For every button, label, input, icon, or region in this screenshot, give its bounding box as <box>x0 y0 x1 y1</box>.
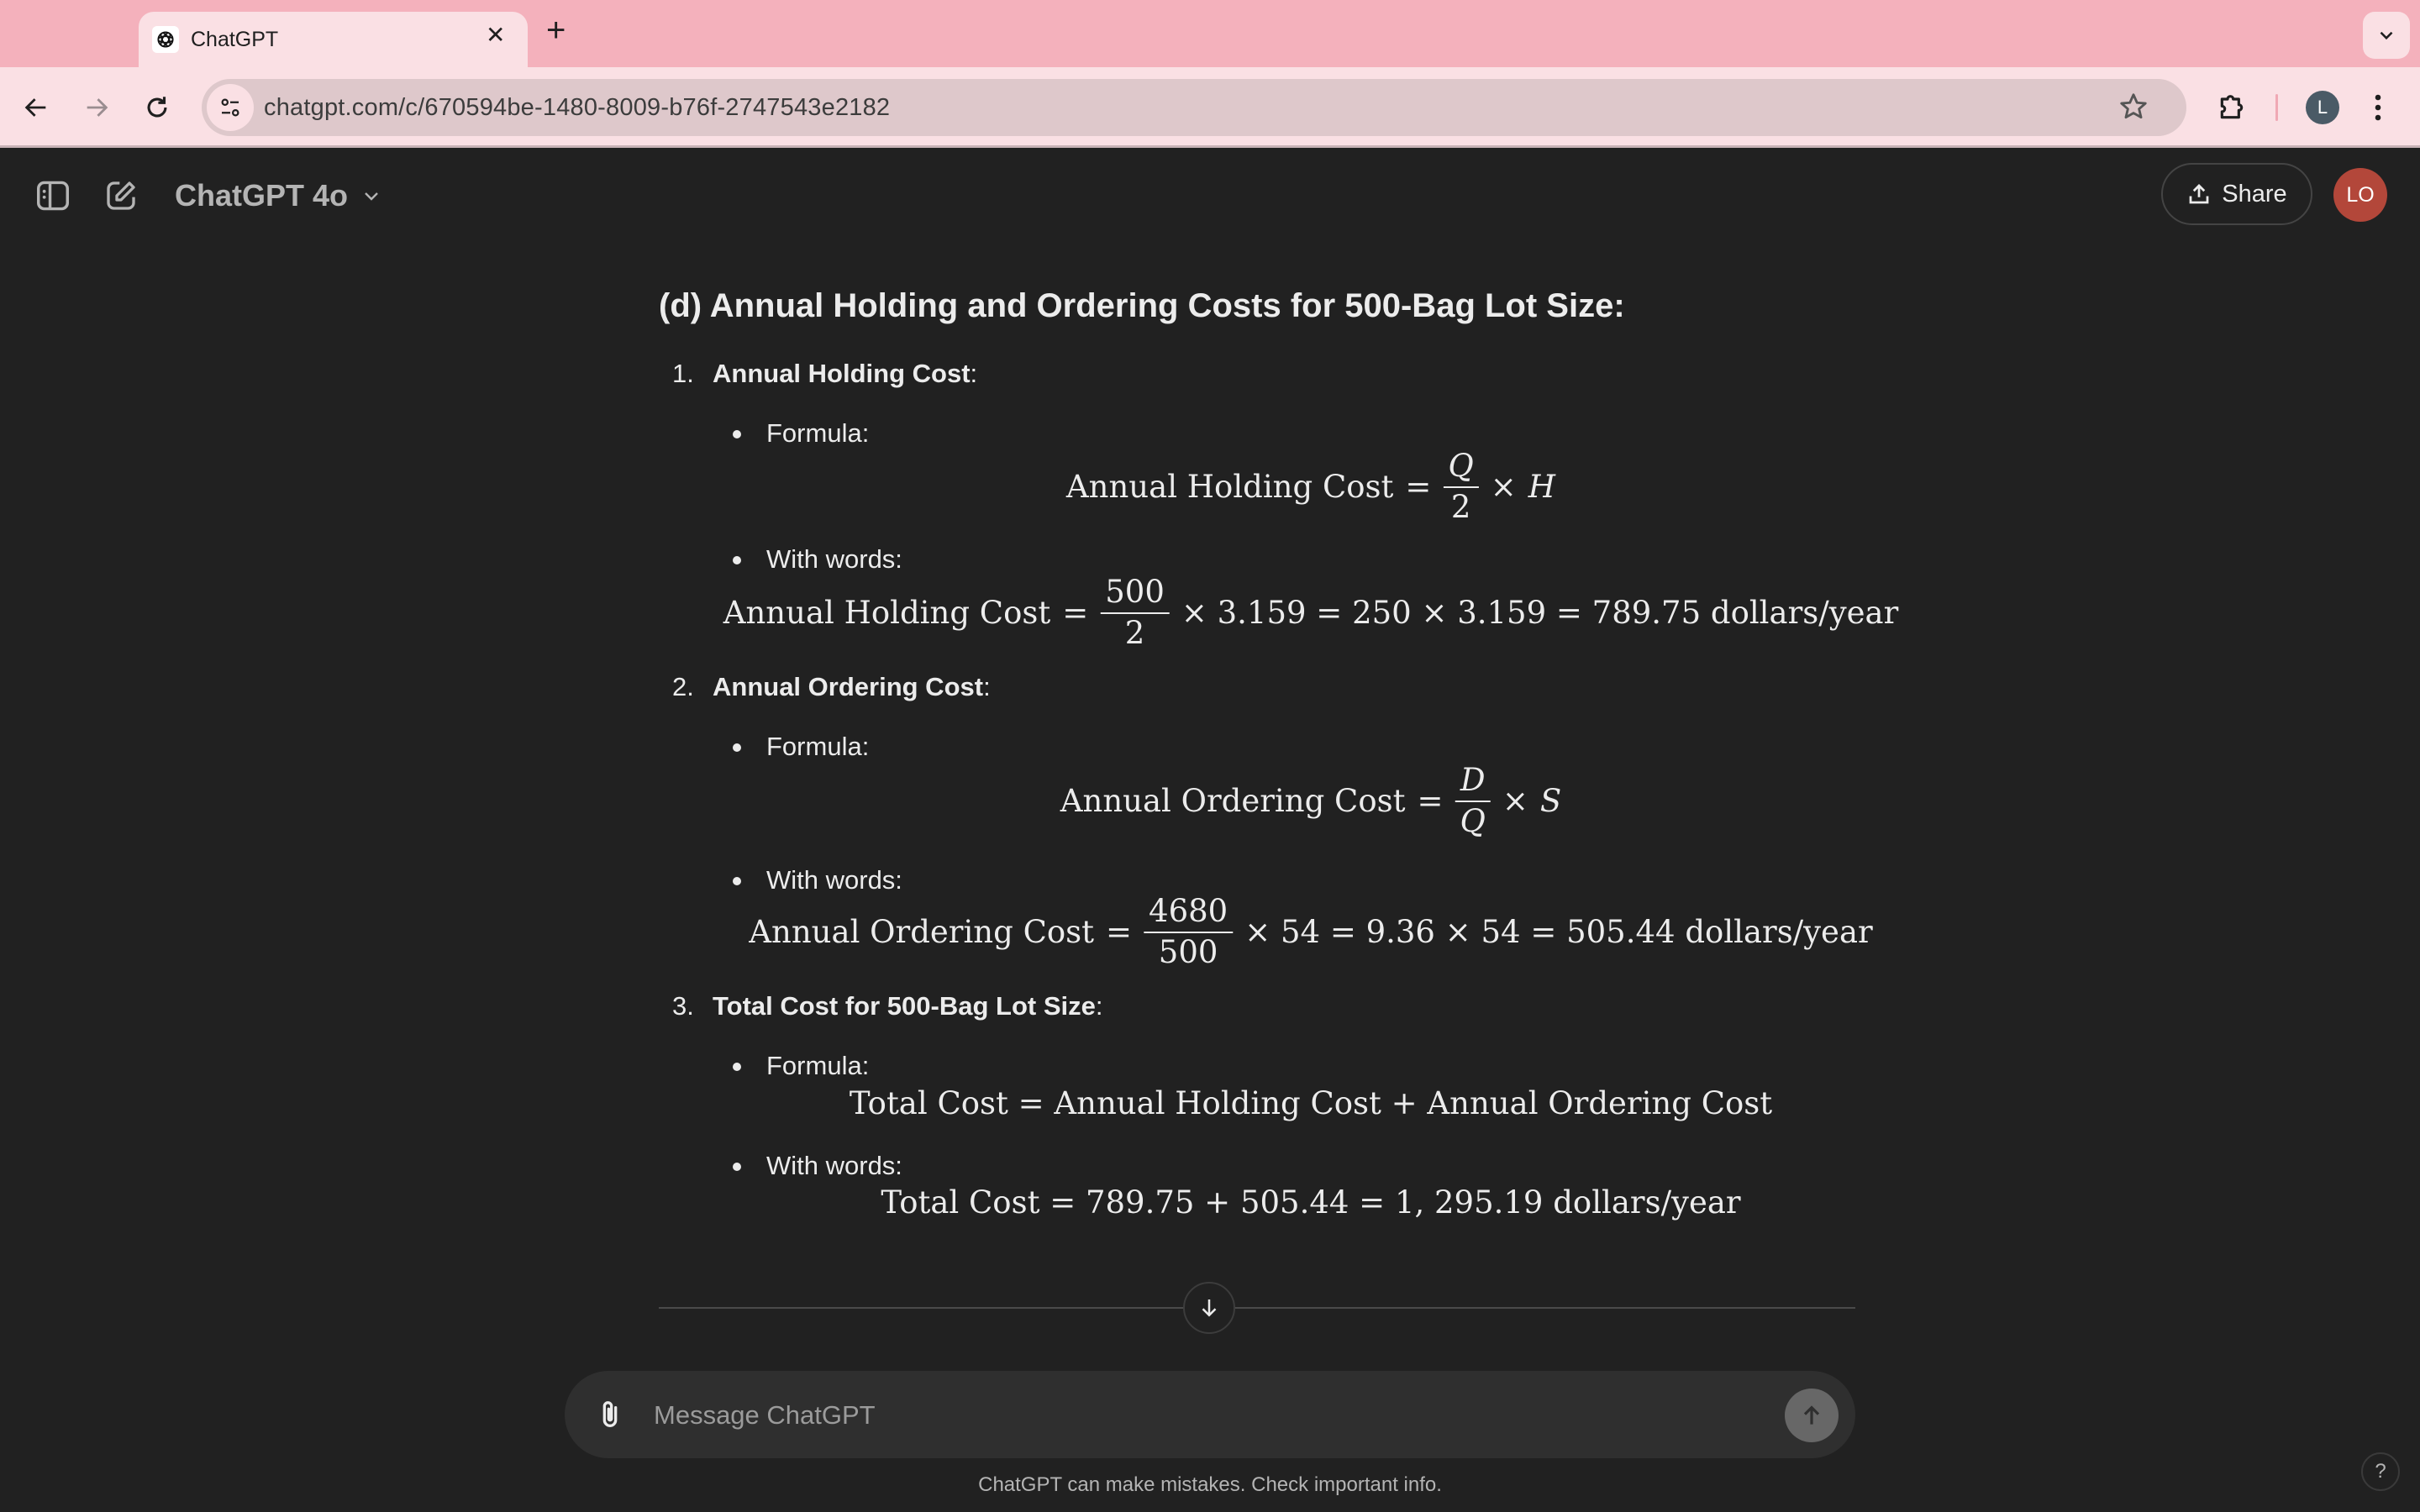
extensions-puzzle-icon[interactable] <box>2215 91 2249 129</box>
new-tab-button[interactable]: + <box>546 13 566 47</box>
toolbar-separator <box>2275 94 2278 121</box>
bullet <box>733 1163 741 1171</box>
arrow-right-icon <box>87 98 108 117</box>
address-bar[interactable]: chatgpt.com/c/670594be-1480-8009-b76f-27… <box>202 79 2186 136</box>
disclaimer-text: ChatGPT can make mistakes. Check importa… <box>978 1473 1442 1496</box>
list-item-title: Total Cost for 500-Bag Lot Size: <box>713 991 1103 1021</box>
chevron-down-icon <box>365 192 378 201</box>
with-words-label: With words: <box>766 544 902 574</box>
sidebar-icon <box>37 181 69 211</box>
formula-label: Formula: <box>766 732 870 761</box>
attach-button[interactable] <box>590 1394 630 1435</box>
toggle-sidebar-button[interactable] <box>34 177 71 214</box>
bookmark-star-icon[interactable] <box>2118 91 2149 127</box>
section-heading: (d) Annual Holding and Ordering Costs fo… <box>659 287 1625 324</box>
new-chat-button[interactable] <box>103 177 139 214</box>
send-button[interactable] <box>1785 1389 1839 1442</box>
calc-ordering-cost: Annual Ordering Cost = 4680 500 × 54 = 9.3… <box>749 893 1873 970</box>
with-words-label: With words: <box>766 1151 902 1180</box>
tune-icon <box>221 98 239 117</box>
tab-search-button[interactable] <box>2363 12 2410 59</box>
message-composer <box>565 1371 1855 1458</box>
formula-total-cost: Total Cost = Annual Holding Cost + Annua… <box>849 1085 1773 1121</box>
chatgpt-logo-icon <box>152 26 179 53</box>
reload-icon <box>147 97 167 118</box>
bullet <box>733 743 741 752</box>
calc-total-cost: Total Cost = 789.75 + 505.44 = 1, 295.19… <box>881 1184 1741 1221</box>
formula-ordering-cost: Annual Ordering Cost = DQ × S <box>1060 762 1562 839</box>
browser-tab-chatgpt[interactable]: ChatGPT ✕ <box>139 12 528 67</box>
with-words-label: With words: <box>766 865 902 895</box>
model-label: ChatGPT 4o <box>175 178 349 213</box>
formula-label: Formula: <box>766 418 870 448</box>
share-upload-icon <box>2189 184 2209 204</box>
list-number: 2. <box>672 672 694 701</box>
user-avatar[interactable]: LO <box>2333 168 2387 222</box>
content-divider <box>659 1307 1855 1309</box>
help-button[interactable]: ? <box>2361 1452 2400 1491</box>
share-button[interactable]: Share <box>2161 163 2312 225</box>
bullet <box>733 877 741 885</box>
arrow-up-icon <box>1803 1405 1820 1425</box>
tab-close-icon[interactable]: ✕ <box>486 24 505 47</box>
bullet <box>733 1063 741 1071</box>
bullet <box>733 556 741 564</box>
list-item-title: Annual Holding Cost: <box>713 359 978 388</box>
formula-holding-cost: Annual Holding Cost = Q2 × H <box>1065 448 1556 525</box>
forward-button[interactable] <box>77 88 116 127</box>
site-info-button[interactable] <box>207 84 254 131</box>
list-item-title: Annual Ordering Cost: <box>713 672 991 701</box>
toolbar-divider <box>0 145 2420 148</box>
reload-button[interactable] <box>138 88 176 127</box>
calc-holding-cost: Annual Holding Cost = 500 2 × 3.159 = 250 … <box>723 574 1899 651</box>
list-number: 1. <box>672 359 694 388</box>
back-button[interactable] <box>17 88 55 127</box>
share-label: Share <box>2222 180 2287 207</box>
tab-title: ChatGPT <box>191 28 279 51</box>
paperclip-icon <box>602 1401 618 1427</box>
message-input[interactable] <box>652 1393 1748 1438</box>
chevron-down-icon <box>2380 31 2393 40</box>
url-text[interactable]: chatgpt.com/c/670594be-1480-8009-b76f-27… <box>264 94 890 122</box>
arrow-left-icon <box>24 98 46 117</box>
bullet <box>733 430 741 438</box>
arrow-down-icon <box>1202 1299 1217 1317</box>
edit-pencil-icon <box>107 181 135 210</box>
browser-profile-avatar[interactable]: L <box>2306 91 2339 124</box>
scroll-to-bottom-button[interactable] <box>1183 1282 1235 1334</box>
formula-label: Formula: <box>766 1051 870 1080</box>
model-selector[interactable]: ChatGPT 4o <box>175 178 381 213</box>
list-number: 3. <box>672 991 694 1021</box>
browser-menu-icon[interactable] <box>2371 92 2385 127</box>
